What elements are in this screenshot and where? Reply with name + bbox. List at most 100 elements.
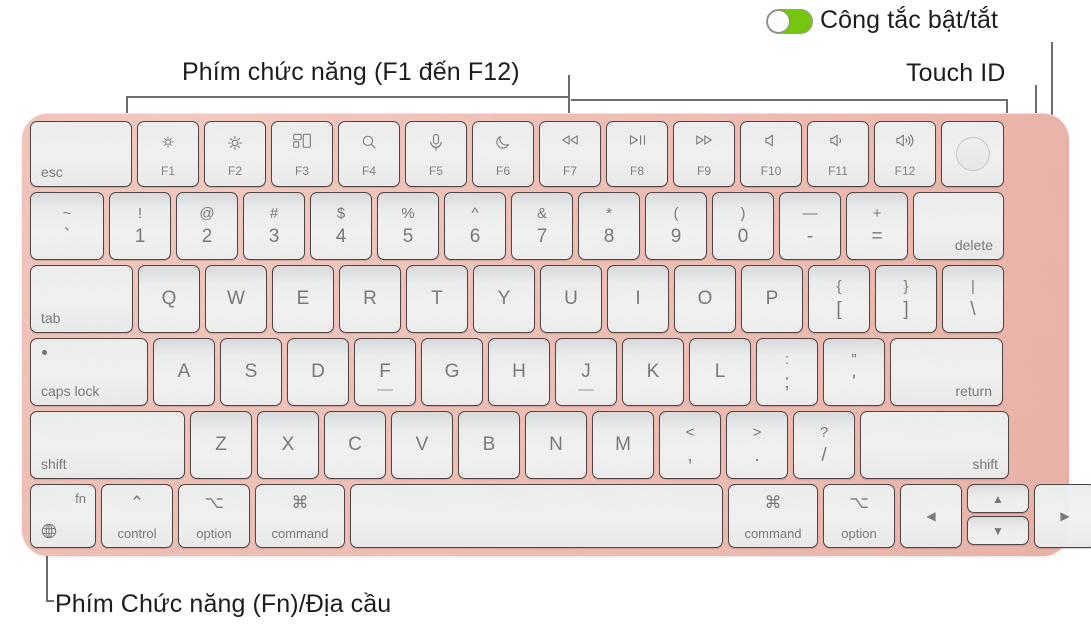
play-pause-icon <box>607 133 667 155</box>
key-slash[interactable]: ? / <box>793 411 855 479</box>
power-toggle-switch[interactable] <box>766 9 813 34</box>
key-g[interactable]: G <box>421 338 483 406</box>
key-5[interactable]: % 5 <box>377 192 439 260</box>
key-c[interactable]: C <box>324 411 386 479</box>
key-arrow-down[interactable]: ▼ <box>967 516 1029 545</box>
key-w[interactable]: W <box>205 265 267 333</box>
key-r[interactable]: R <box>339 265 401 333</box>
brightness-down-icon <box>138 133 198 155</box>
leader-line-function-keys-bracket <box>126 96 569 98</box>
key-a[interactable]: A <box>153 338 215 406</box>
leader-line-fn-elbow <box>46 600 54 602</box>
leader-line-function-keys-left-tick <box>126 96 128 114</box>
power-toggle-knob <box>767 10 790 33</box>
key-l[interactable]: L <box>689 338 751 406</box>
key-f8-play-pause[interactable]: F8 <box>606 121 668 187</box>
key-shift-right[interactable]: shift <box>860 411 1009 479</box>
key-z[interactable]: Z <box>190 411 252 479</box>
key-command-left[interactable]: ⌘ command <box>255 484 345 548</box>
key-space[interactable] <box>350 484 723 548</box>
key-bracket-right[interactable]: }] <box>875 265 937 333</box>
key-esc[interactable]: esc <box>30 121 132 187</box>
keyboard-row-bottom: fn ⌃ control ⌥ option ⌘ command ⌘ comman… <box>30 484 1091 548</box>
annotation-power-toggle: Công tắc bật/tắt <box>820 6 999 34</box>
leader-line-function-keys-right-tick <box>568 75 570 114</box>
key-f10-mute[interactable]: F10 <box>740 121 802 187</box>
key-f5-dictation[interactable]: F5 <box>405 121 467 187</box>
key-f4-spotlight-search[interactable]: F4 <box>338 121 400 187</box>
key-f6-do-not-disturb[interactable]: F6 <box>472 121 534 187</box>
key-f12-volume-up[interactable]: F12 <box>874 121 936 187</box>
key-delete[interactable]: delete <box>913 192 1004 260</box>
key-period[interactable]: >. <box>726 411 788 479</box>
key-quote[interactable]: " ' <box>823 338 885 406</box>
key-y[interactable]: Y <box>473 265 535 333</box>
key-backtick[interactable]: ~ ` <box>30 192 104 260</box>
leader-line-touch-id-bracket <box>571 99 1007 101</box>
home-row-bump-icon <box>578 389 594 391</box>
key-comma[interactable]: <, <box>659 411 721 479</box>
key-k[interactable]: K <box>622 338 684 406</box>
key-option-right[interactable]: ⌥ option <box>823 484 895 548</box>
leader-line-fn-pointer <box>46 553 48 601</box>
key-p[interactable]: P <box>741 265 803 333</box>
caps-lock-led-icon <box>42 350 47 355</box>
key-caps-lock[interactable]: caps lock <box>30 338 148 406</box>
key-arrow-up[interactable]: ▲ <box>967 484 1029 513</box>
key-option-left[interactable]: ⌥ option <box>178 484 250 548</box>
key-bracket-left[interactable]: {[ <box>808 265 870 333</box>
key-8[interactable]: * 8 <box>578 192 640 260</box>
key-q[interactable]: Q <box>138 265 200 333</box>
key-o[interactable]: O <box>674 265 736 333</box>
key-7[interactable]: & 7 <box>511 192 573 260</box>
do-not-disturb-moon-icon <box>473 133 533 155</box>
key-equals[interactable]: + = <box>846 192 908 260</box>
key-f3-mission-control[interactable]: F3 <box>271 121 333 187</box>
keyboard-row-home: caps lock A S D F G H J K L :; " ' retur… <box>30 338 1061 406</box>
keyboard-row-shift: shift Z X C V B N M <, >. ? / shift <box>30 411 1061 479</box>
brightness-up-icon <box>205 133 265 155</box>
key-m[interactable]: M <box>592 411 654 479</box>
key-control[interactable]: ⌃ control <box>101 484 173 548</box>
key-backslash[interactable]: | \ <box>942 265 1004 333</box>
key-j[interactable]: J <box>555 338 617 406</box>
key-command-right[interactable]: ⌘ command <box>728 484 818 548</box>
key-3[interactable]: #3 <box>243 192 305 260</box>
key-f1-brightness-down[interactable]: F1 <box>137 121 199 187</box>
key-shift-left[interactable]: shift <box>30 411 185 479</box>
key-f7-rewind[interactable]: F7 <box>539 121 601 187</box>
key-9[interactable]: (9 <box>645 192 707 260</box>
key-arrow-right[interactable]: ▶ <box>1034 484 1091 548</box>
key-h[interactable]: H <box>488 338 550 406</box>
key-tab[interactable]: tab <box>30 265 133 333</box>
key-s[interactable]: S <box>220 338 282 406</box>
touch-id-button[interactable] <box>941 121 1004 187</box>
leader-line-power-toggle-pointer <box>1051 42 1053 116</box>
fast-forward-icon <box>674 133 734 155</box>
key-v[interactable]: V <box>391 411 453 479</box>
key-0[interactable]: ) 0 <box>712 192 774 260</box>
key-f9-fast-forward[interactable]: F9 <box>673 121 735 187</box>
key-6[interactable]: ^ 6 <box>444 192 506 260</box>
key-return[interactable]: return <box>890 338 1003 406</box>
key-u[interactable]: U <box>540 265 602 333</box>
key-t[interactable]: T <box>406 265 468 333</box>
key-e[interactable]: E <box>272 265 334 333</box>
annotation-function-keys: Phím chức năng (F1 đến F12) <box>182 58 520 86</box>
key-2[interactable]: @2 <box>176 192 238 260</box>
magic-keyboard-body: esc F1 F2 F3 F4 F5 F6 F7 F8 F9 F10 F11 F… <box>22 113 1091 556</box>
key-1[interactable]: ! 1 <box>109 192 171 260</box>
key-minus[interactable]: — - <box>779 192 841 260</box>
key-semicolon[interactable]: :; <box>756 338 818 406</box>
key-f2-brightness-up[interactable]: F2 <box>204 121 266 187</box>
key-x[interactable]: X <box>257 411 319 479</box>
key-arrow-left[interactable]: ◀ <box>900 484 962 548</box>
key-b[interactable]: B <box>458 411 520 479</box>
key-n[interactable]: N <box>525 411 587 479</box>
key-f[interactable]: F <box>354 338 416 406</box>
key-f11-volume-down[interactable]: F11 <box>807 121 869 187</box>
key-fn-globe[interactable]: fn <box>30 484 96 548</box>
key-i[interactable]: I <box>607 265 669 333</box>
key-d[interactable]: D <box>287 338 349 406</box>
key-4[interactable]: $4 <box>310 192 372 260</box>
